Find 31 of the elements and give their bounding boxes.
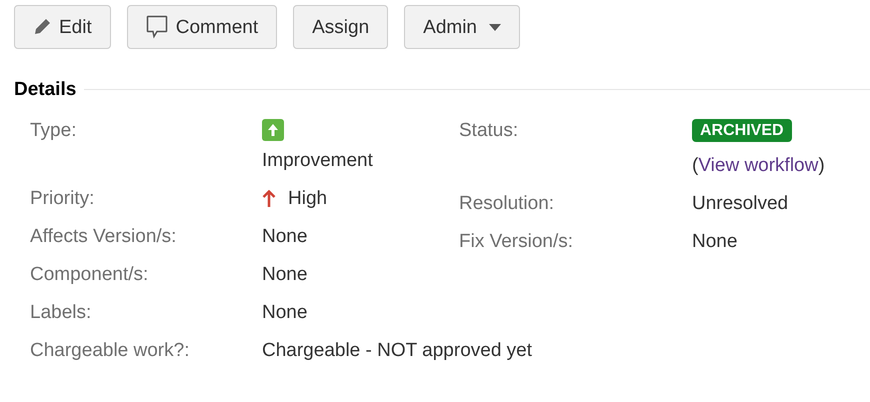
field-value: None — [262, 301, 308, 324]
pencil-icon — [33, 18, 51, 36]
toolbar-button[interactable]: Assign — [293, 5, 388, 49]
field-label: Type: — [30, 119, 76, 142]
field-label: Affects Version/s: — [30, 225, 176, 248]
field-value: Unresolved — [692, 192, 788, 215]
field-value: None — [262, 263, 308, 286]
field-label: Resolution: — [459, 192, 554, 215]
section-title: Details — [14, 78, 76, 101]
caret-icon — [489, 24, 501, 30]
parenthesis: ) — [818, 155, 825, 176]
field-label: Status: — [459, 119, 518, 142]
field-label: Component/s: — [30, 263, 148, 286]
view-workflow-link[interactable]: View workflow — [698, 155, 818, 176]
field-value: Chargeable - NOT approved yet — [262, 339, 532, 362]
field-label: Priority: — [30, 187, 94, 210]
toolbar-button[interactable]: Edit — [14, 5, 111, 49]
comment-icon — [146, 15, 168, 39]
field-label: Labels: — [30, 301, 92, 324]
field-label: Chargeable work?: — [30, 339, 190, 362]
parenthesis: ( — [692, 155, 698, 176]
toolbar-button[interactable]: Admin — [404, 5, 520, 49]
priority-value: High — [288, 187, 328, 210]
toolbar-button[interactable]: Comment — [126, 5, 278, 49]
improvement-icon — [262, 119, 284, 141]
arrow-up-icon — [262, 190, 276, 208]
field-label: Fix Version/s: — [459, 230, 574, 253]
status-lozenge: ARCHIVED — [692, 119, 792, 142]
field-value: None — [692, 230, 738, 253]
field-value: None — [262, 225, 308, 248]
type-value: Improvement — [262, 149, 373, 172]
